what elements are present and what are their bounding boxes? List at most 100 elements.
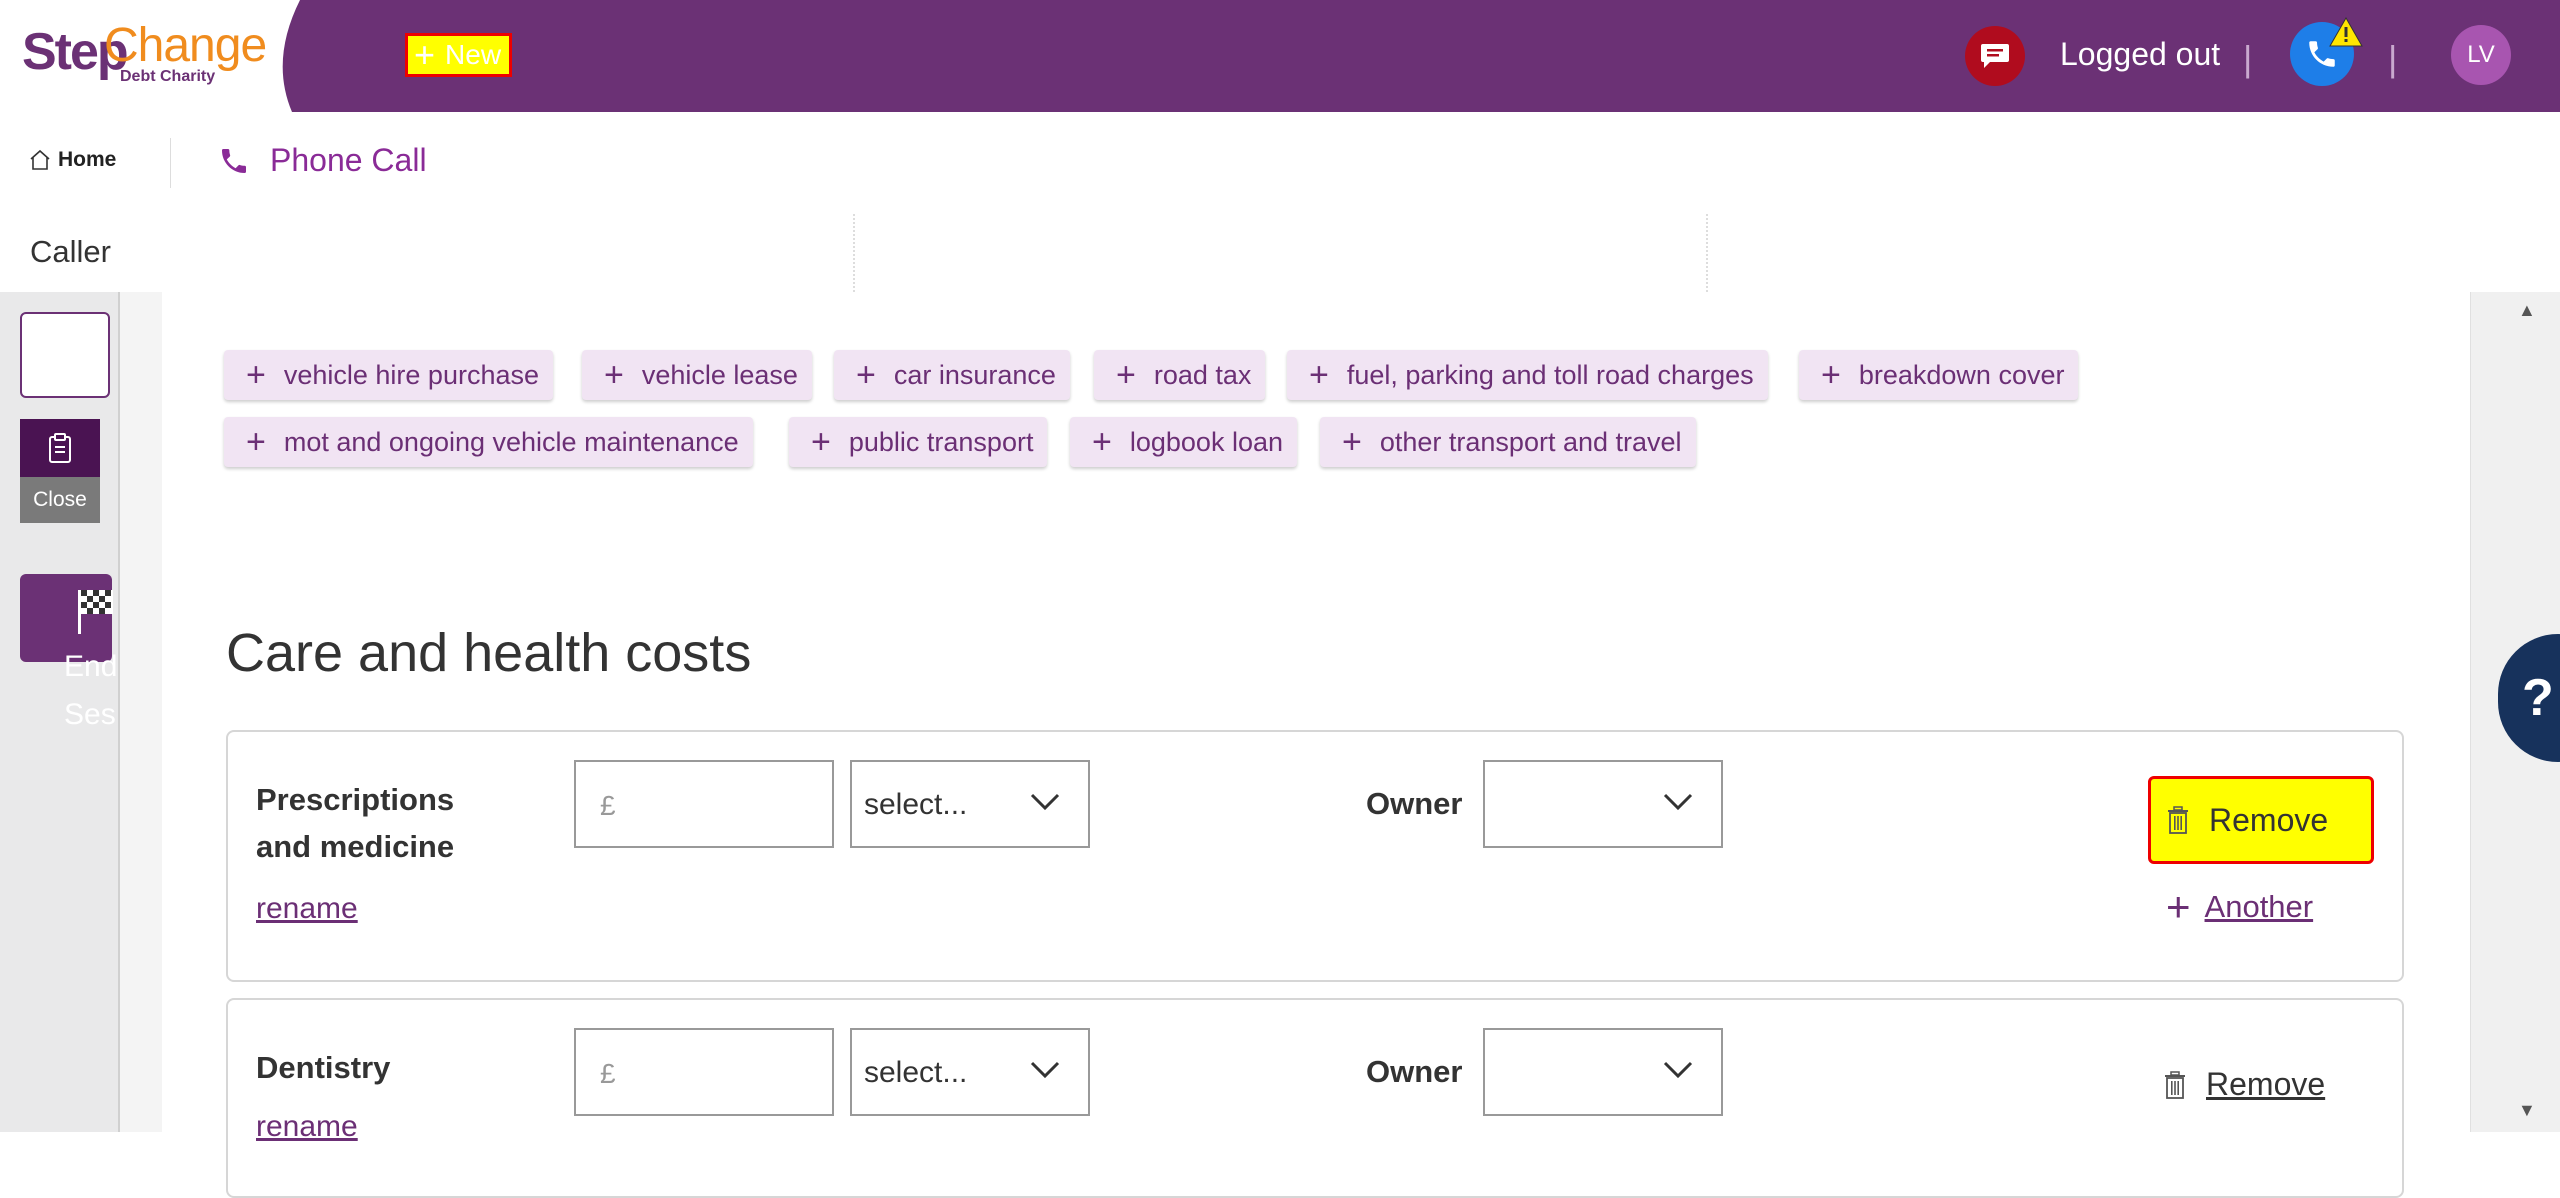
logo[interactable]: Step Change Debt Charity (0, 0, 310, 112)
login-status: Logged out (2060, 36, 2221, 72)
plus-icon: + (1342, 423, 1362, 461)
chip-label: fuel, parking and toll road charges (1346, 359, 1754, 390)
owner-label: Owner (1366, 1054, 1463, 1089)
item-label-line1: Dentistry (256, 1050, 391, 1085)
chip-label: other transport and travel (1379, 426, 1682, 457)
chip-label: car insurance (893, 359, 1056, 390)
caller-row: Caller (0, 214, 2560, 292)
trash-icon (2165, 1070, 2185, 1099)
item-label: Dentistry (256, 1044, 390, 1091)
scroll-down-icon[interactable]: ▼ (2518, 1100, 2536, 1121)
nav-bar: Home Phone Call (0, 112, 2560, 214)
end-session-label: End Ses (64, 643, 117, 739)
remove-label: Remove (2209, 801, 2329, 838)
frequency-select[interactable]: select... (850, 1028, 1090, 1116)
chip-vehicle-hire-purchase[interactable]: + vehicle hire purchase (224, 350, 554, 400)
plus-icon: + (604, 356, 624, 394)
end-session-label-line1: End (64, 650, 118, 683)
frequency-select[interactable]: select... (850, 760, 1090, 848)
chip-label: road tax (1153, 359, 1252, 390)
flag-icon (78, 590, 113, 634)
amount-input[interactable]: £ (574, 760, 834, 848)
caller-label: Caller (30, 234, 111, 269)
expense-card (226, 730, 2404, 982)
avatar[interactable]: LV (2451, 25, 2511, 85)
add-another-label: Another (2204, 889, 2314, 924)
currency-symbol: £ (600, 1058, 616, 1089)
tab-phone-call[interactable]: Phone Call (218, 142, 427, 179)
clipboard-icon[interactable] (20, 419, 100, 477)
separator: | (2243, 38, 2253, 79)
frequency-value: select... (864, 788, 968, 821)
chip-label: public transport (848, 426, 1034, 457)
remove-button[interactable]: Remove (2148, 776, 2374, 864)
plus-icon: + (1116, 356, 1136, 394)
plus-icon: + (414, 34, 436, 75)
add-another-button[interactable]: + Another (2166, 886, 2313, 928)
logo-change-text: Change (104, 19, 267, 72)
sidebar-edge (118, 292, 164, 1132)
owner-select[interactable] (1483, 760, 1723, 848)
plus-icon: + (811, 423, 831, 461)
new-button-label: New (445, 39, 502, 70)
chat-icon[interactable] (1965, 26, 2025, 86)
chip-public-transport[interactable]: + public transport (789, 417, 1048, 467)
owner-select[interactable] (1483, 1028, 1723, 1116)
section-title: Care and health costs (226, 623, 752, 683)
rename-link[interactable]: rename (256, 892, 358, 926)
chip-other-transport[interactable]: + other transport and travel (1320, 417, 1696, 467)
chevron-down-icon (1663, 1061, 1693, 1079)
item-label: Prescriptions and medicine (256, 776, 454, 870)
home-label: Home (58, 148, 117, 171)
owner-label: Owner (1366, 786, 1463, 821)
remove-button[interactable]: Remove (2164, 1066, 2325, 1103)
chip-road-tax[interactable]: + road tax (1094, 350, 1266, 400)
frequency-value: select... (864, 1056, 968, 1089)
home-icon (30, 149, 50, 170)
expense-card (226, 998, 2404, 1198)
plus-icon: + (1309, 356, 1329, 394)
chevron-down-icon (1030, 793, 1060, 811)
item-label-line2: and medicine (256, 829, 455, 864)
phone-call-label: Phone Call (270, 142, 427, 178)
remove-label: Remove (2206, 1066, 2326, 1102)
separator: | (2388, 38, 2398, 79)
plus-icon: + (1092, 423, 1112, 461)
home-link[interactable]: Home (28, 148, 116, 172)
warning-icon (2329, 16, 2363, 47)
new-button[interactable]: + New (405, 33, 512, 77)
plus-icon: + (246, 356, 266, 394)
amount-input[interactable]: £ (574, 1028, 834, 1116)
phone-icon (222, 148, 246, 173)
chip-car-insurance[interactable]: + car insurance (834, 350, 1070, 400)
chip-label: vehicle hire purchase (283, 359, 540, 390)
chip-label: logbook loan (1129, 426, 1283, 457)
column-divider (853, 214, 855, 292)
chip-fuel-parking-toll[interactable]: + fuel, parking and toll road charges (1287, 350, 1768, 400)
plus-icon: + (856, 356, 876, 394)
chevron-down-icon (1030, 1061, 1060, 1079)
item-label-line1: Prescriptions (256, 782, 455, 817)
currency-symbol: £ (600, 790, 616, 821)
top-bar: Step Change Debt Charity + New Logged ou… (0, 0, 2560, 112)
chevron-down-icon (1663, 793, 1693, 811)
logo-subtitle: Debt Charity (120, 68, 216, 85)
chip-breakdown-cover[interactable]: + breakdown cover (1799, 350, 2079, 400)
end-session-label-line2: Ses (64, 698, 116, 731)
plus-icon: + (2166, 883, 2191, 930)
plus-icon: + (246, 423, 266, 461)
chip-label: mot and ongoing vehicle maintenance (283, 426, 739, 457)
trash-icon (2168, 806, 2188, 834)
plus-icon: + (1821, 356, 1841, 394)
chip-label: breakdown cover (1858, 359, 2065, 390)
rename-link[interactable]: rename (256, 1110, 358, 1144)
chip-logbook-loan[interactable]: + logbook loan (1070, 417, 1297, 467)
chip-mot-maintenance[interactable]: + mot and ongoing vehicle maintenance (224, 417, 753, 467)
chip-vehicle-lease[interactable]: + vehicle lease (582, 350, 812, 400)
scroll-up-icon[interactable]: ▲ (2518, 300, 2536, 321)
column-divider (1706, 214, 1708, 292)
nav-divider (170, 138, 171, 188)
close-button[interactable]: Close (20, 477, 100, 523)
sidebar-blank-tile[interactable] (20, 312, 110, 398)
chip-label: vehicle lease (641, 359, 798, 390)
